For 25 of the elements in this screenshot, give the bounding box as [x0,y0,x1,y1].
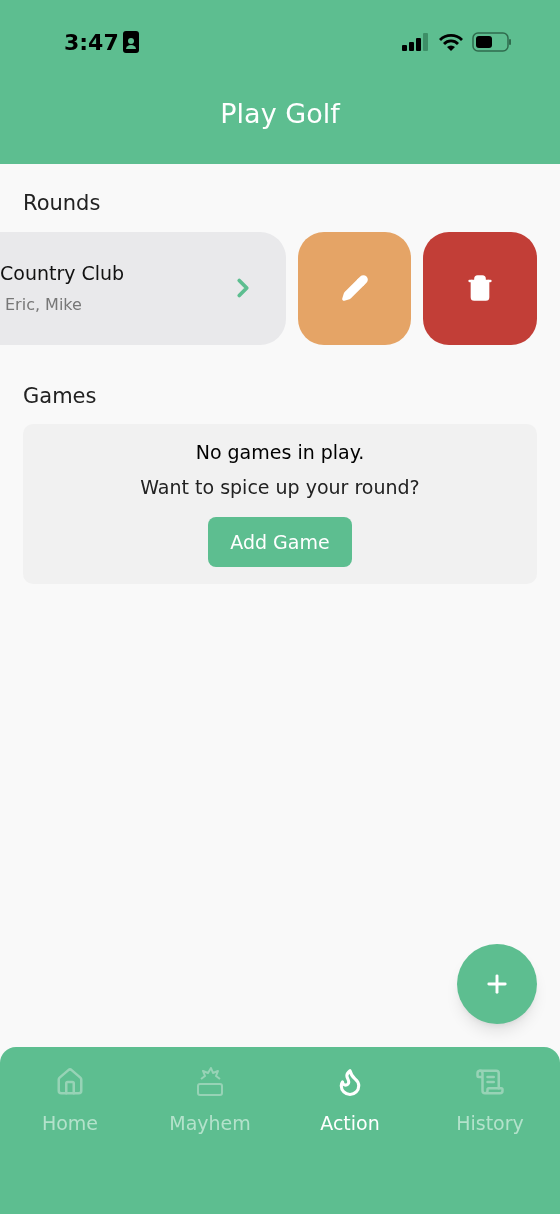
house-icon [55,1067,85,1097]
explosion-icon [195,1067,225,1097]
round-card[interactable]: Country Club Eric, Mike [0,231,286,345]
pencil-icon [340,274,369,302]
page-title: Play Golf [220,96,340,131]
tab[interactable]: History [420,1067,560,1147]
course-name: Country Club [0,260,125,286]
section-heading: Games [23,382,98,410]
battery-icon [472,32,512,52]
delete-button[interactable] [423,231,537,345]
tab[interactable]: Action [280,1067,420,1147]
id-card-icon [122,31,139,53]
wifi-icon [438,33,464,51]
empty-message: Want to spice up your round? [140,474,420,500]
trash-icon [466,274,494,302]
add-game-button[interactable]: Add Game [208,517,352,567]
scroll-icon [475,1067,505,1097]
tab[interactable]: Mayhem [140,1067,280,1147]
player-names: Eric, Mike [4,294,83,317]
edit-button[interactable] [298,231,411,345]
signal-icon [402,33,430,51]
section-heading: Rounds [23,190,102,217]
clock-time: 3:47 [64,28,119,57]
tab[interactable]: Home [0,1067,140,1147]
empty-title: No games in play. [195,440,365,465]
